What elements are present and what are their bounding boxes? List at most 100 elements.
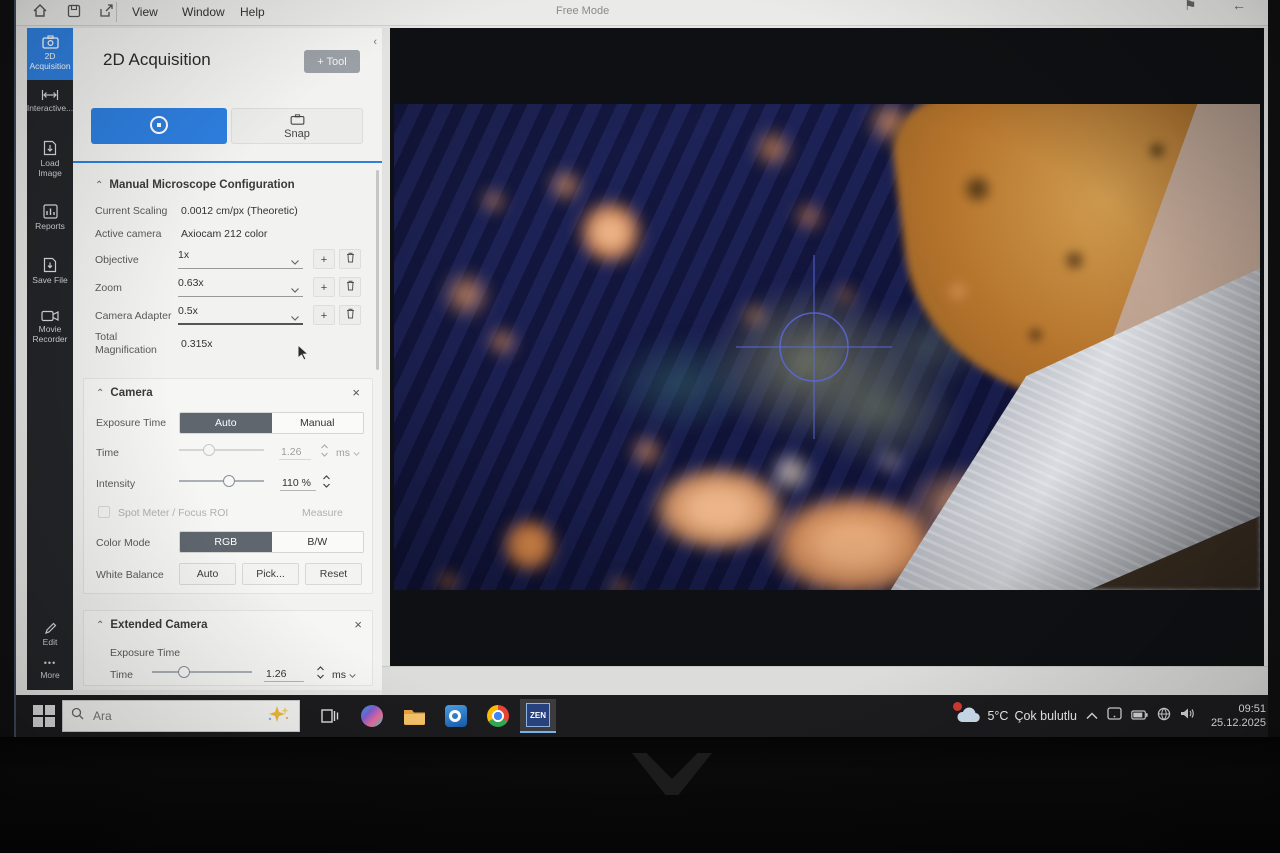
color-mode-bw-button[interactable]: B/W [272, 532, 364, 552]
tray-battery-icon[interactable] [1131, 707, 1148, 725]
time-value[interactable]: 1.26 [279, 446, 311, 460]
config-section-header[interactable]: ⌃Manual Microscope Configuration [95, 179, 295, 191]
intensity-value[interactable]: 110 % [280, 477, 316, 491]
sidebar-item-interactive[interactable]: Interactive... [27, 82, 73, 122]
color-mode-rgb-button[interactable]: RGB [180, 532, 272, 552]
outlook-button[interactable] [438, 699, 474, 733]
report-chart-icon [43, 204, 58, 219]
add-tool-button[interactable]: + Tool [304, 50, 360, 73]
snap-button[interactable]: Snap [231, 108, 363, 144]
spot-meter-checkbox[interactable] [98, 506, 110, 518]
menu-view[interactable]: View [124, 0, 166, 26]
weather-widget[interactable]: 5°C Çok bulutlu [955, 706, 1077, 727]
live-button[interactable] [91, 108, 227, 144]
ellipsis-icon: ••• [44, 658, 56, 668]
load-image-icon [43, 140, 57, 156]
exposure-manual-button[interactable]: Manual [272, 413, 364, 433]
menu-window[interactable]: Window [174, 0, 233, 26]
panel-collapse-icon[interactable]: ‹ [373, 36, 377, 48]
camera-adapter-add-button[interactable]: + [313, 305, 335, 325]
sidebar-item-label: Save File [32, 276, 67, 286]
measure-button[interactable]: Measure [302, 507, 343, 519]
live-image[interactable] [394, 104, 1260, 590]
menu-help[interactable]: Help [232, 0, 273, 26]
objective-dropdown[interactable]: 1x [178, 249, 303, 269]
extended-camera-close-icon[interactable]: × [354, 620, 362, 630]
live-stop-icon [150, 116, 168, 134]
ext-time-label: Time [110, 669, 133, 681]
total-magnification-label: Total Magnification [95, 331, 165, 356]
wb-reset-button[interactable]: Reset [305, 563, 362, 585]
edit-button[interactable]: Edit [27, 617, 73, 653]
acquisition-panel: ‹ 2D Acquisition + Tool Snap ⌃Manual Mic… [73, 28, 382, 690]
sidebar-item-label: 2D Acquisition [28, 52, 72, 72]
save-icon[interactable] [66, 3, 84, 21]
intensity-stepper[interactable] [322, 474, 332, 490]
ext-time-slider[interactable] [152, 665, 252, 679]
zen-app-button[interactable]: ZEN [520, 699, 556, 733]
zoom-dropdown[interactable]: 0.63x [178, 277, 303, 297]
objective-label: Objective [95, 254, 139, 266]
zoom-delete-button[interactable] [339, 277, 361, 297]
export-icon[interactable] [98, 3, 116, 21]
panel-scrollbar[interactable] [376, 170, 379, 370]
objective-delete-button[interactable] [339, 249, 361, 269]
ext-time-unit-dropdown[interactable]: ms [332, 669, 356, 681]
laptop-brand-logo [632, 753, 712, 795]
time-unit-dropdown[interactable]: ms [336, 447, 360, 459]
clock-widget[interactable]: 09:51 25.12.2025 [1204, 702, 1266, 731]
exposure-auto-button[interactable]: Auto [180, 413, 272, 433]
tray-chevron-icon[interactable] [1086, 707, 1098, 725]
more-button[interactable]: ••• More [27, 653, 73, 686]
chevron-down-icon [291, 284, 299, 296]
tray-device-icon[interactable] [1107, 707, 1122, 725]
chrome-button[interactable] [480, 699, 516, 733]
flag-icon[interactable]: ⚑ [1184, 0, 1197, 14]
dock-arrow-icon[interactable]: ← [1232, 0, 1246, 13]
sidebar-item-reports[interactable]: Reports [27, 197, 73, 240]
clock-date: 25.12.2025 [1211, 717, 1266, 729]
ext-time-stepper[interactable] [316, 665, 326, 681]
camera-section-header[interactable]: ⌃Camera [96, 387, 153, 399]
current-scaling-value: 0.0012 cm/px (Theoretic) [181, 205, 298, 217]
sidebar-item-2d-acquisition[interactable]: 2D Acquisition [27, 28, 73, 80]
tray-volume-icon[interactable] [1180, 707, 1195, 725]
taskbar-search[interactable] [62, 700, 300, 732]
ext-time-value[interactable]: 1.26 [264, 668, 304, 682]
screen: View Window Help Free Mode ⚑ ← − 2D Acqu… [14, 0, 1268, 737]
laptop-body [0, 737, 1280, 853]
task-view-button[interactable] [312, 699, 348, 733]
chrome-icon [487, 705, 509, 727]
active-camera-label: Active camera [95, 228, 162, 240]
sidebar-item-save-file[interactable]: Save File [27, 250, 73, 294]
weather-temp: 5°C [987, 709, 1008, 723]
wb-auto-button[interactable]: Auto [179, 563, 236, 585]
home-icon[interactable] [32, 3, 50, 21]
extended-camera-header[interactable]: ⌃Extended Camera [96, 619, 208, 631]
zoom-add-button[interactable]: + [313, 277, 335, 297]
panel-divider [73, 161, 382, 163]
sidebar-item-movie-recorder[interactable]: Movie Recorder [27, 303, 73, 353]
camera-adapter-dropdown[interactable]: 0.5x [178, 305, 303, 325]
file-explorer-button[interactable] [396, 699, 432, 733]
sidebar-item-load-image[interactable]: Load Image [27, 133, 73, 187]
camera-adapter-label: Camera Adapter [95, 310, 171, 322]
taskbar: ZEN 5°C Çok bulutlu 09:51 25.12. [16, 695, 1268, 737]
time-stepper[interactable] [320, 443, 330, 459]
measure-icon [41, 89, 59, 101]
time-slider[interactable] [179, 443, 264, 457]
camera-close-icon[interactable]: × [352, 388, 360, 398]
wb-pick-button[interactable]: Pick... [242, 563, 299, 585]
snap-camera-icon [290, 116, 305, 128]
intensity-slider[interactable] [179, 474, 264, 488]
pencil-icon [44, 622, 57, 635]
objective-add-button[interactable]: + [313, 249, 335, 269]
image-viewport[interactable] [390, 28, 1264, 666]
search-input[interactable] [91, 708, 241, 724]
copilot-button[interactable] [354, 699, 390, 733]
sidebar-item-label: Movie Recorder [28, 325, 72, 345]
camera-adapter-delete-button[interactable] [339, 305, 361, 325]
start-button[interactable] [30, 703, 57, 729]
color-mode-toggle: RGB B/W [179, 531, 364, 553]
tray-network-icon[interactable] [1157, 707, 1171, 726]
